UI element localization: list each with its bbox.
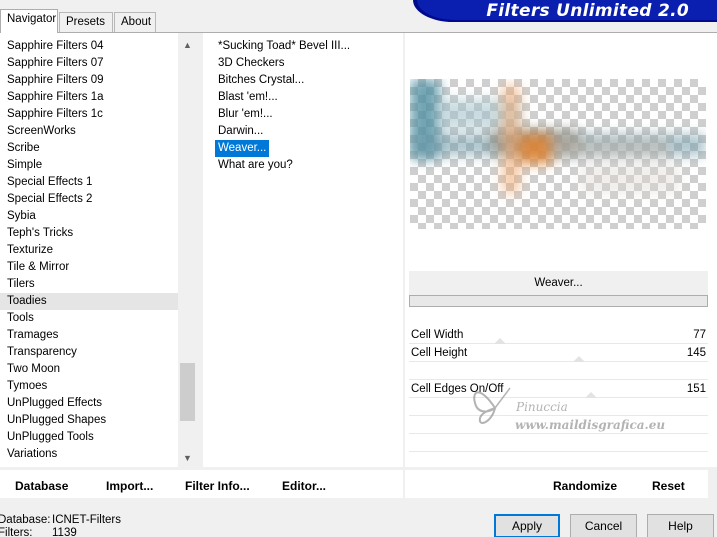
tab-navigator[interactable]: Navigator <box>0 9 58 33</box>
category-item[interactable]: Toadies <box>0 293 197 310</box>
filter-item-label: Weaver... <box>215 140 270 157</box>
filter-item-label: Bitches Crystal... <box>218 74 305 86</box>
preview-progress-bar <box>409 295 708 307</box>
title-banner: Filters Unlimited 2.0 <box>413 0 717 22</box>
preview-blot <box>550 139 670 157</box>
category-items: Sapphire Filters 04 Sapphire Filters 07 Sa… <box>0 33 197 463</box>
watermark-name: Pinuccia <box>516 400 568 414</box>
filter-item[interactable]: *Sucking Toad* Bevel III... <box>203 38 403 55</box>
help-button[interactable]: Help <box>647 514 714 537</box>
category-item[interactable]: ScreenWorks <box>0 123 197 140</box>
category-item[interactable]: Sapphire Filters 07 <box>0 55 197 72</box>
param-value: 77 <box>693 329 706 341</box>
filter-item[interactable]: 3D Checkers <box>203 55 403 72</box>
preview-blot <box>580 164 680 194</box>
current-filter-name: Weaver... <box>409 271 708 295</box>
status-value: 1139 <box>52 527 77 537</box>
filter-item-label: Blur 'em!... <box>218 108 273 120</box>
filter-item-label: Blast 'em!... <box>218 91 278 103</box>
filter-item[interactable]: Bitches Crystal... <box>203 72 403 89</box>
scroll-up-icon[interactable]: ▲ <box>178 37 197 54</box>
status-value: ICNET-Filters <box>52 514 121 526</box>
param-empty <box>409 362 708 380</box>
randomize-button[interactable]: Randomize <box>553 479 617 493</box>
scroll-thumb[interactable] <box>180 363 195 421</box>
cancel-button[interactable]: Cancel <box>570 514 637 537</box>
category-item[interactable]: Sapphire Filters 1c <box>0 106 197 123</box>
filter-info-button[interactable]: Filter Info... <box>185 479 250 493</box>
param-value: 151 <box>686 383 706 395</box>
butterfly-icon <box>473 387 511 424</box>
category-item[interactable]: Tools <box>0 310 197 327</box>
tab-about[interactable]: About <box>114 12 156 32</box>
filter-item[interactable]: Blur 'em!... <box>203 106 403 123</box>
category-scrollbar[interactable]: ▲ ▼ <box>178 33 197 467</box>
category-item[interactable]: Scribe <box>0 140 197 157</box>
category-item[interactable]: Sapphire Filters 1a <box>0 89 197 106</box>
status-database: Database: ICNET-Filters <box>0 514 121 526</box>
param-value: 145 <box>686 347 706 359</box>
watermark: Pinuccia www.maildisgrafica.eu <box>470 380 665 438</box>
category-item[interactable]: Sapphire Filters 04 <box>0 38 197 55</box>
category-item[interactable]: Tymoes <box>0 378 197 395</box>
filter-item-label: What are you? <box>218 159 293 171</box>
param-label: Cell Width <box>411 329 464 341</box>
category-item[interactable]: Special Effects 1 <box>0 174 197 191</box>
category-item[interactable]: UnPlugged Shapes <box>0 412 197 429</box>
status-label: Filters: <box>0 527 33 537</box>
category-item[interactable]: Two Moon <box>0 361 197 378</box>
category-item[interactable]: Transparency <box>0 344 197 361</box>
filter-item[interactable]: What are you? <box>203 157 403 174</box>
category-item[interactable]: Sybia <box>0 208 197 225</box>
filter-item[interactable]: Blast 'em!... <box>203 89 403 106</box>
category-item[interactable]: Simple <box>0 157 197 174</box>
import-button[interactable]: Import... <box>106 479 153 493</box>
status-filters: Filters: 1139 <box>0 527 77 537</box>
status-label: Database: <box>0 514 51 526</box>
database-button[interactable]: Database <box>15 479 68 493</box>
category-item[interactable]: Texturize <box>0 242 197 259</box>
param-label: Cell Height <box>411 347 468 359</box>
filter-item-label: *Sucking Toad* Bevel III... <box>218 40 351 52</box>
category-item[interactable]: UnPlugged Tools <box>0 429 197 446</box>
param-empty <box>409 434 708 452</box>
filter-items: *Sucking Toad* Bevel III... 3D Checkers Bi… <box>203 33 403 174</box>
filter-preview <box>410 79 706 229</box>
filter-list[interactable]: *Sucking Toad* Bevel III... 3D Checkers Bi… <box>203 33 403 467</box>
tab-presets[interactable]: Presets <box>59 12 113 32</box>
param-cell-edges[interactable]: Cell Edges On/Off 151 <box>409 380 708 398</box>
param-cell-width[interactable]: Cell Width 77 <box>409 326 708 344</box>
category-item[interactable]: Tile & Mirror <box>0 259 197 276</box>
param-cell-height[interactable]: Cell Height 145 <box>409 344 708 362</box>
apply-button[interactable]: Apply <box>494 514 560 537</box>
category-item[interactable]: UnPlugged Effects <box>0 395 197 412</box>
category-item[interactable]: Variations <box>0 446 197 463</box>
filter-item-label: Darwin... <box>218 125 264 137</box>
filter-item[interactable]: Weaver... <box>203 140 403 157</box>
category-item[interactable]: Special Effects 2 <box>0 191 197 208</box>
scroll-down-icon[interactable]: ▼ <box>178 450 197 467</box>
category-list[interactable]: Sapphire Filters 04 Sapphire Filters 07 Sa… <box>0 33 197 467</box>
reset-button[interactable]: Reset <box>652 479 685 493</box>
filter-item-label: 3D Checkers <box>218 57 285 69</box>
watermark-url: www.maildisgrafica.eu <box>515 418 666 432</box>
editor-button[interactable]: Editor... <box>282 479 326 493</box>
category-item[interactable]: Tramages <box>0 327 197 344</box>
filter-item[interactable]: Darwin... <box>203 123 403 140</box>
preview-blot <box>518 134 553 164</box>
category-item[interactable]: Teph's Tricks <box>0 225 197 242</box>
category-item[interactable]: Sapphire Filters 09 <box>0 72 197 89</box>
category-item[interactable]: Tilers <box>0 276 197 293</box>
banner-title: Filters Unlimited 2.0 <box>486 1 689 21</box>
